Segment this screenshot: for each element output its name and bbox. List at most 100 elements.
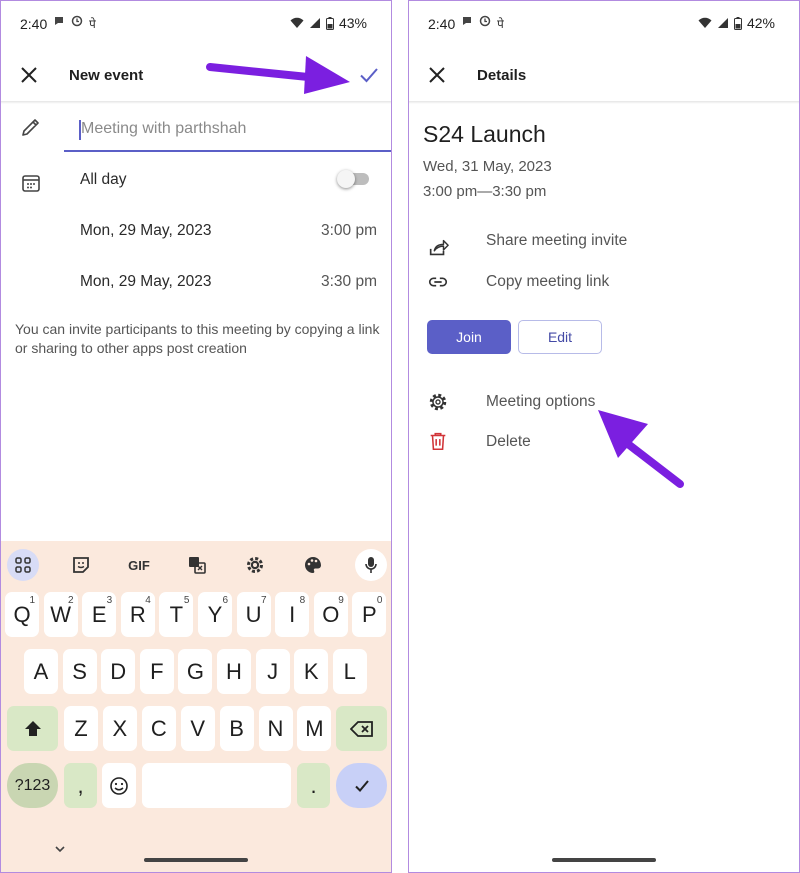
key-number-hint: 5 <box>183 595 190 606</box>
comma-key[interactable]: , <box>64 763 97 808</box>
sticker-icon[interactable] <box>65 549 97 581</box>
system-status: 43% <box>290 15 367 31</box>
key-label: I <box>289 601 296 627</box>
new-event-screen: 2:40 पे 43% New event Meeting with parth… <box>0 0 392 873</box>
payment-app-icon: पे <box>497 17 504 31</box>
period-key[interactable]: . <box>297 763 330 808</box>
app-bar: Details <box>409 47 799 103</box>
key-a[interactable]: A <box>24 649 58 694</box>
screenshot-stage: 2:40 पे 43% New event Meeting with parth… <box>0 0 800 873</box>
key-number-hint: 8 <box>299 595 306 606</box>
key-g[interactable]: G <box>178 649 213 694</box>
key-i[interactable]: I8 <box>275 592 310 637</box>
key-number-hint: 3 <box>106 595 113 606</box>
key-label: P <box>362 601 377 627</box>
key-w[interactable]: W2 <box>43 592 78 637</box>
battery-percent: 42% <box>746 15 775 31</box>
join-button[interactable]: Join <box>427 320 511 354</box>
key-label: E <box>91 601 107 627</box>
theme-palette-icon[interactable] <box>297 549 329 581</box>
key-number-hint: 1 <box>29 595 35 606</box>
key-e[interactable]: E3 <box>82 592 117 637</box>
key-y[interactable]: Y6 <box>198 592 232 637</box>
key-label: Q <box>13 601 31 627</box>
notification-icons: पे <box>53 15 96 32</box>
key-label: T <box>169 601 184 627</box>
copy-meeting-link[interactable]: Copy meeting link <box>486 273 609 291</box>
end-date[interactable]: Mon, 29 May, 2023 <box>80 273 212 291</box>
wifi-icon <box>698 17 712 28</box>
space-key[interactable] <box>142 763 291 808</box>
edit-button[interactable]: Edit <box>518 320 602 354</box>
key-f[interactable]: F <box>139 649 174 694</box>
event-time: 3:00 pm—3:30 pm <box>423 183 547 200</box>
close-icon[interactable] <box>17 63 41 87</box>
key-label: O <box>322 601 340 627</box>
invite-note: You can invite participants to this meet… <box>15 321 380 356</box>
emoji-key[interactable] <box>102 763 136 808</box>
toggle-knob <box>337 170 355 188</box>
key-p[interactable]: P0 <box>352 592 387 637</box>
apps-grid-icon[interactable] <box>7 549 39 581</box>
gesture-nav-bar[interactable] <box>144 858 248 862</box>
key-q[interactable]: Q1 <box>5 592 39 637</box>
key-t[interactable]: T5 <box>159 592 194 637</box>
key-j[interactable]: J <box>255 649 290 694</box>
all-day-toggle[interactable] <box>337 170 369 188</box>
payment-app-icon: पे <box>89 17 96 31</box>
key-x[interactable]: X <box>102 706 137 751</box>
translate-icon[interactable] <box>181 549 213 581</box>
key-c[interactable]: C <box>141 706 176 751</box>
delete-action[interactable]: Delete <box>486 433 531 451</box>
calendar-icon <box>22 175 40 192</box>
sync-notification-icon <box>479 15 491 27</box>
key-number-hint: 4 <box>145 595 151 606</box>
key-label: U <box>245 601 262 627</box>
key-number-hint: 6 <box>222 595 228 606</box>
symbols-key[interactable]: ?123 <box>7 763 58 808</box>
share-meeting-invite[interactable]: Share meeting invite <box>486 232 627 250</box>
meeting-options[interactable]: Meeting options <box>486 393 595 411</box>
microphone-icon[interactable] <box>355 549 387 581</box>
key-m[interactable]: M <box>297 706 332 751</box>
key-s[interactable]: S <box>62 649 97 694</box>
trash-icon <box>430 432 446 451</box>
close-icon[interactable] <box>425 63 449 87</box>
status-time: 2:40 <box>428 16 456 32</box>
key-number-hint: 9 <box>338 595 344 606</box>
system-status: 42% <box>698 15 775 31</box>
key-r[interactable]: R4 <box>120 592 155 637</box>
key-l[interactable]: L <box>332 649 367 694</box>
backspace-key[interactable] <box>336 706 387 751</box>
start-date[interactable]: Mon, 29 May, 2023 <box>80 222 212 240</box>
key-o[interactable]: O9 <box>313 592 348 637</box>
key-v[interactable]: V <box>180 706 215 751</box>
key-k[interactable]: K <box>294 649 329 694</box>
start-time[interactable]: 3:00 pm <box>321 222 377 240</box>
save-check-icon[interactable] <box>357 63 381 87</box>
key-b[interactable]: B <box>219 706 254 751</box>
settings-gear-icon[interactable] <box>239 549 271 581</box>
gesture-nav-bar[interactable] <box>552 858 656 862</box>
enter-check-key[interactable] <box>336 763 387 808</box>
chat-notification-icon <box>463 17 471 25</box>
gif-button[interactable]: GIF <box>123 549 155 581</box>
event-title-input[interactable]: Meeting with parthshah <box>64 108 391 152</box>
battery-icon <box>733 16 742 30</box>
status-bar: 2:40 पे 43% <box>1 1 391 45</box>
chevron-down-icon[interactable] <box>53 842 67 856</box>
event-date: Wed, 31 May, 2023 <box>423 158 552 175</box>
shift-key[interactable] <box>7 706 58 751</box>
key-u[interactable]: U7 <box>236 592 271 637</box>
app-bar-divider <box>409 101 799 104</box>
key-z[interactable]: Z <box>64 706 98 751</box>
event-name: S24 Launch <box>423 121 546 147</box>
key-n[interactable]: N <box>258 706 293 751</box>
key-label: Y <box>207 601 223 627</box>
signal-icon <box>717 18 728 28</box>
wifi-icon <box>290 17 304 28</box>
key-d[interactable]: D <box>101 649 136 694</box>
key-h[interactable]: H <box>217 649 251 694</box>
gear-icon <box>429 393 447 411</box>
end-time[interactable]: 3:30 pm <box>321 273 377 291</box>
